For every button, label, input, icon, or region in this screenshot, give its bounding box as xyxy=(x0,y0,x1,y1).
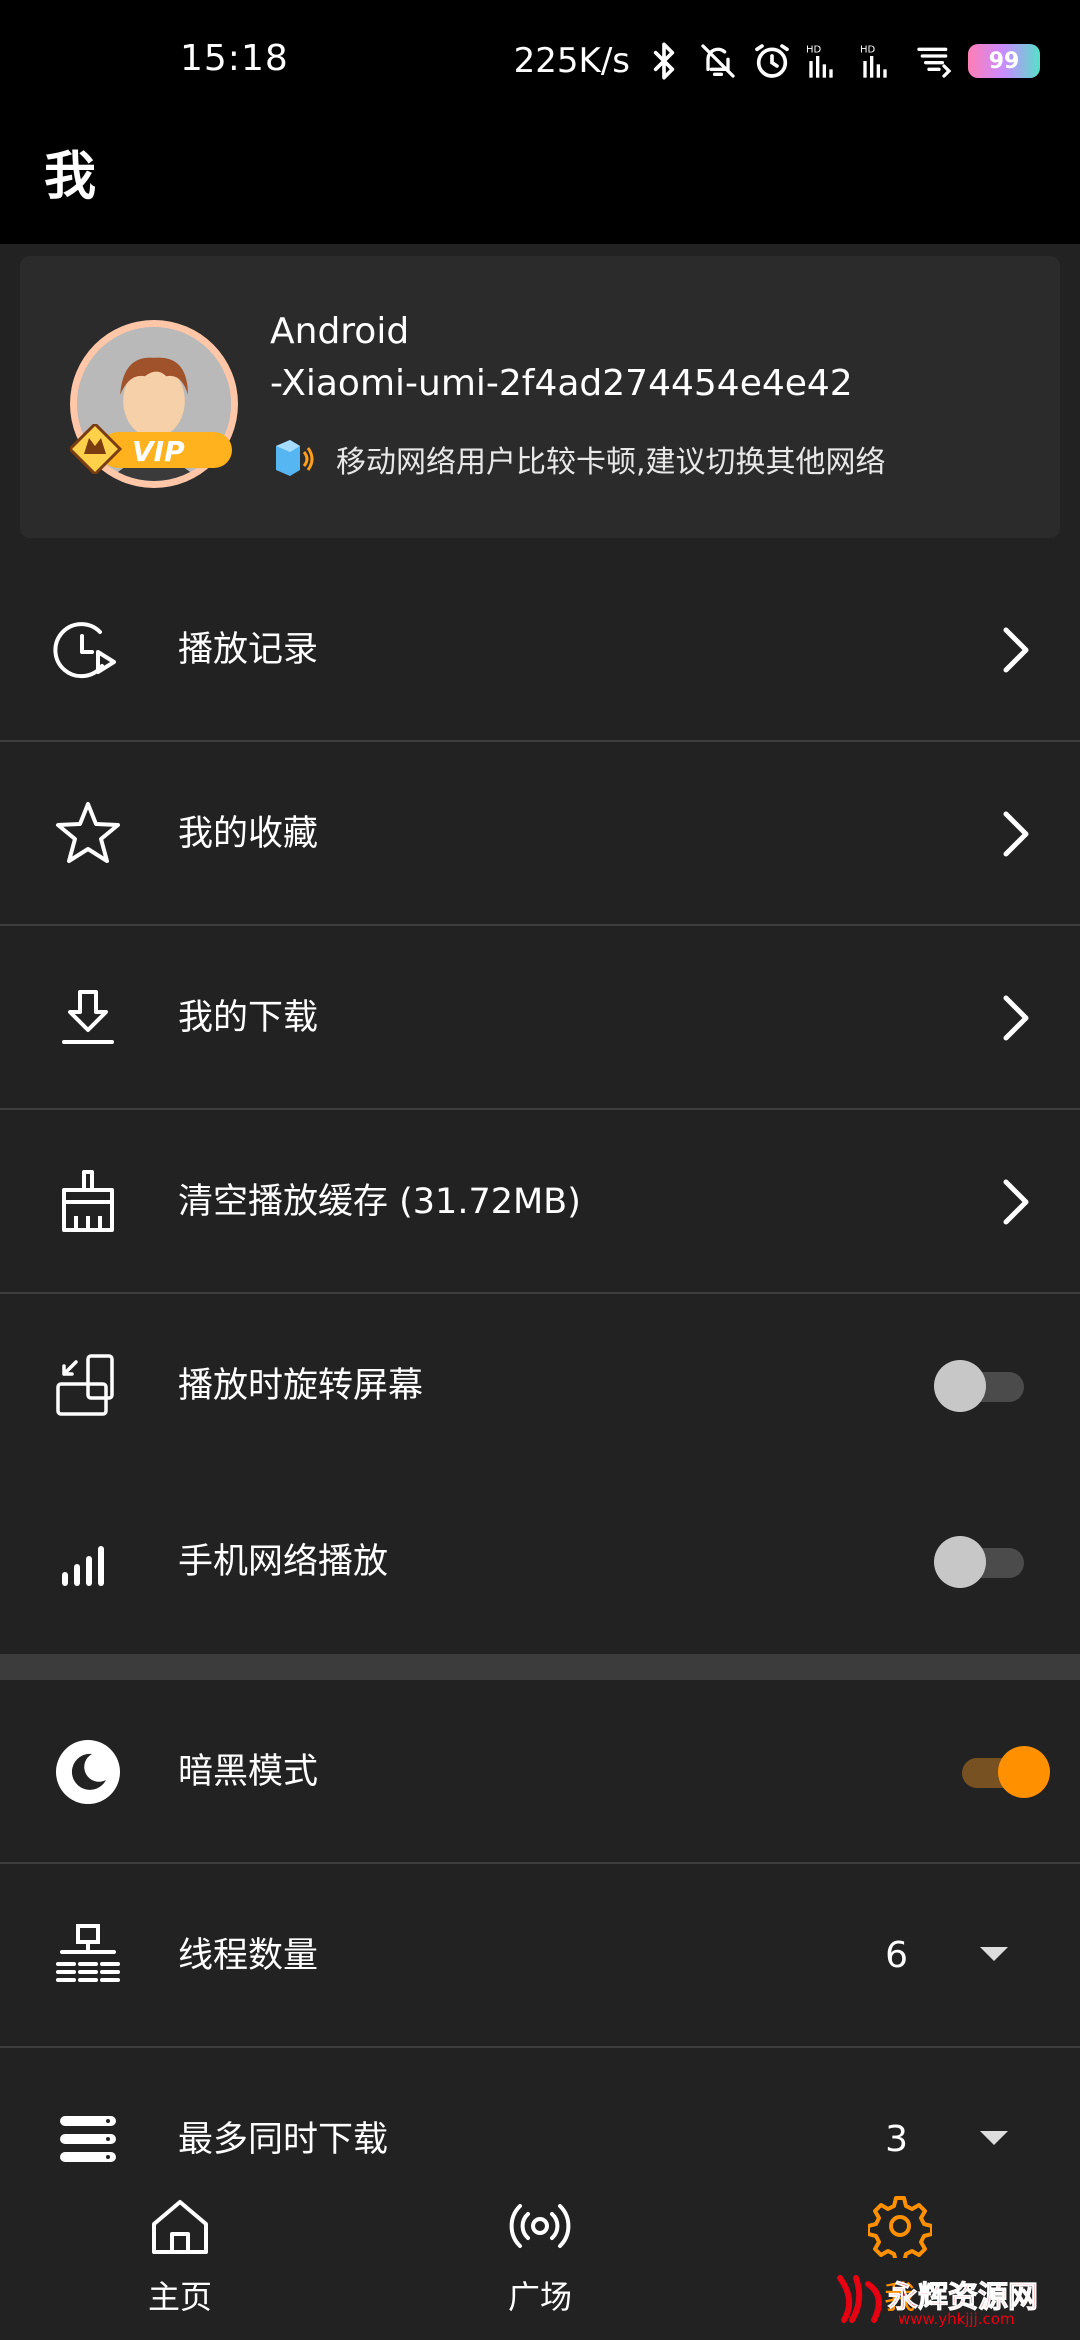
nav-label: 主页 xyxy=(147,2278,212,2316)
page-title: 我 xyxy=(44,147,97,207)
menu-item-rotate-screen: 播放时旋转屏幕 xyxy=(0,1294,1080,1478)
network-tip: 移动网络用户比较卡顿,建议切换其他网络 xyxy=(270,436,886,482)
chevron-right-icon xyxy=(1003,811,1029,857)
svg-text:HD: HD xyxy=(806,45,822,56)
status-bar: 15:18 225K/s HD HD 99 xyxy=(0,0,1080,126)
menu-label: 播放时旋转屏幕 xyxy=(178,1366,424,1406)
status-time: 15:18 xyxy=(180,38,289,79)
gear-icon xyxy=(868,2196,932,2258)
signal-bars-icon xyxy=(52,1526,124,1598)
dropdown-caret-icon xyxy=(980,2131,1008,2145)
mobile-network-toggle[interactable] xyxy=(934,1536,1028,1588)
menu-item-clear-cache[interactable]: 清空播放缓存 (31.72MB) xyxy=(0,1110,1080,1294)
nav-square[interactable]: 广场 xyxy=(440,2174,640,2340)
profile-card[interactable]: VIP Android -Xiaomi-umi-2f4ad274454e4e42… xyxy=(20,256,1060,538)
setting-dark-mode: 暗黑模式 xyxy=(0,1680,1080,1864)
network-tree-icon xyxy=(52,1920,124,1992)
bluetooth-icon xyxy=(644,41,684,81)
moon-icon xyxy=(52,1736,124,1808)
menu-label: 播放记录 xyxy=(178,630,319,670)
watermark: 永辉资源网 www.yhkjjj.com xyxy=(834,2270,1070,2330)
vip-label: VIP xyxy=(132,435,185,468)
setting-thread-count[interactable]: 线程数量 6 xyxy=(0,1864,1080,2048)
main-content: VIP Android -Xiaomi-umi-2f4ad274454e4e42… xyxy=(0,244,1080,2174)
history-play-icon xyxy=(52,614,124,686)
stack-icon xyxy=(52,2104,124,2176)
hd-signal-icon: HD xyxy=(806,41,846,81)
vip-badge: VIP xyxy=(67,421,240,477)
hd-signal-icon: HD xyxy=(860,41,900,81)
broadcast-icon xyxy=(509,2204,571,2248)
broom-icon xyxy=(52,1166,124,1238)
app-bar: 我 xyxy=(0,126,1080,244)
chevron-right-icon xyxy=(1003,995,1029,1041)
status-right-group: 225K/s HD HD 99 xyxy=(514,38,1040,84)
star-icon xyxy=(52,798,124,870)
menu-item-downloads[interactable]: 我的下载 xyxy=(0,926,1080,1110)
section-divider xyxy=(0,1654,1080,1680)
svg-text:HD: HD xyxy=(860,45,876,56)
avatar[interactable]: VIP xyxy=(67,320,240,488)
setting-label: 暗黑模式 xyxy=(178,1752,319,1792)
bottom-nav: 主页 广场 我 永辉资源网 www.yhkjjj.com xyxy=(0,2174,1080,2340)
watermark-url: www.yhkjjj.com xyxy=(898,2310,1015,2328)
menu-item-favorites[interactable]: 我的收藏 xyxy=(0,742,1080,926)
dark-mode-toggle[interactable] xyxy=(954,1746,1050,1798)
nav-home[interactable]: 主页 xyxy=(80,2174,280,2340)
menu-label: 清空播放缓存 (31.72MB) xyxy=(178,1182,581,1222)
dropdown-caret-icon xyxy=(980,1947,1008,1961)
mobile-network-icon xyxy=(270,436,316,482)
menu-label: 我的收藏 xyxy=(178,814,319,854)
chevron-right-icon xyxy=(1003,627,1029,673)
battery-indicator: 99 xyxy=(968,44,1040,78)
device-name: Android -Xiaomi-umi-2f4ad274454e4e42 xyxy=(270,311,853,404)
menu-item-mobile-network-play: 手机网络播放 xyxy=(0,1470,1080,1654)
menu-item-play-history[interactable]: 播放记录 xyxy=(0,558,1080,742)
net-speed: 225K/s xyxy=(513,41,630,81)
chevron-right-icon xyxy=(1003,1179,1029,1225)
rotate-screen-icon xyxy=(52,1350,124,1422)
setting-label: 线程数量 xyxy=(178,1936,319,1976)
home-icon xyxy=(152,2200,208,2254)
nav-label: 广场 xyxy=(507,2278,572,2316)
thread-count-value: 6 xyxy=(885,1935,908,1976)
mute-bell-icon xyxy=(698,41,738,81)
rotate-screen-toggle[interactable] xyxy=(934,1360,1028,1412)
wifi-icon xyxy=(914,41,954,81)
download-icon xyxy=(52,982,124,1054)
alarm-icon xyxy=(752,41,792,81)
watermark-logo-icon xyxy=(837,2275,882,2323)
menu-label: 手机网络播放 xyxy=(178,1542,389,1582)
menu-label: 我的下载 xyxy=(178,998,319,1038)
